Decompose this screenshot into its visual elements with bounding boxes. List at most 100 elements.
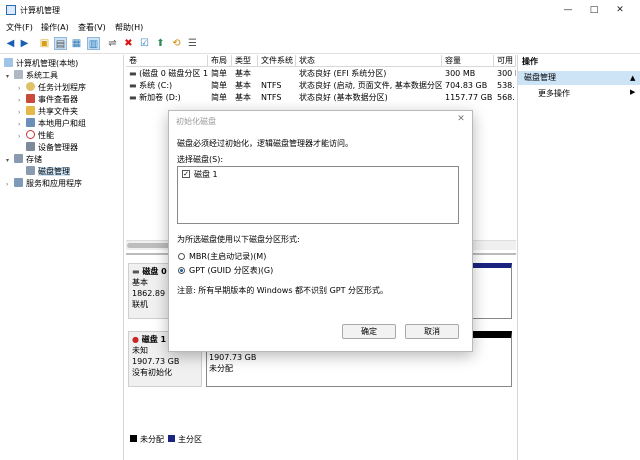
initialize-disk-dialog: 初始化磁盘 ✕ 磁盘必须经过初始化，逻辑磁盘管理器才能访问。 选择磁盘(S): … bbox=[168, 110, 473, 352]
menu-file[interactable]: 文件(F) bbox=[6, 22, 33, 33]
list-view-icon[interactable]: ☰ bbox=[186, 37, 199, 50]
cell-layout: 简单 bbox=[211, 81, 227, 90]
tree-item-shared-folders[interactable]: › 共享文件夹 bbox=[18, 106, 78, 118]
legend-label-primary: 主分区 bbox=[178, 435, 202, 444]
tree-item-services-applications[interactable]: › 服务和应用程序 bbox=[6, 178, 82, 190]
cell-free: 300 MB bbox=[497, 69, 516, 78]
forward-arrow-icon[interactable]: ▶ bbox=[18, 37, 31, 50]
dialog-title: 初始化磁盘 bbox=[176, 117, 216, 126]
dialog-close-icon[interactable]: ✕ bbox=[455, 114, 467, 126]
cell-status: 状态良好 (启动, 页面文件, 基本数据分区) bbox=[299, 81, 442, 90]
disk-error-icon: ● bbox=[132, 335, 142, 344]
help-icon[interactable]: ▥ bbox=[87, 37, 100, 50]
chevron-right-icon[interactable]: › bbox=[18, 131, 26, 143]
cell-type: 基本 bbox=[235, 81, 251, 90]
chevron-down-icon[interactable]: ▾ bbox=[6, 71, 14, 83]
column-header-free[interactable]: 可用 bbox=[494, 55, 516, 67]
cell-filesystem: NTFS bbox=[261, 93, 282, 102]
refresh-icon[interactable]: ⟲ bbox=[170, 37, 183, 50]
toolbar: ◀ ▶ ▣ ▤ ▦ ▥ ⇌ ✖ ☑ ⬆ ⟲ ☰ bbox=[0, 34, 640, 54]
actions-pane: 操作 磁盘管理 ▲ 更多操作 ▶ bbox=[517, 55, 640, 460]
cancel-button[interactable]: 取消 bbox=[405, 324, 459, 339]
ok-button[interactable]: 确定 bbox=[342, 324, 396, 339]
column-header-layout[interactable]: 布局 bbox=[208, 55, 232, 67]
legend-swatch-primary bbox=[168, 435, 175, 442]
mbr-option-label[interactable]: MBR(主启动记录)(M) bbox=[189, 251, 266, 262]
console-tree-icon[interactable]: ▤ bbox=[54, 37, 67, 50]
gpt-option-label[interactable]: GPT (GUID 分区表)(G) bbox=[189, 265, 273, 276]
tree-item-storage[interactable]: ▾ 存储 bbox=[6, 154, 42, 166]
back-arrow-icon[interactable]: ◀ bbox=[4, 37, 17, 50]
cell-filesystem bbox=[258, 68, 296, 80]
minimize-button[interactable]: — bbox=[556, 3, 580, 17]
partition-style-label: 为所选磁盘使用以下磁盘分区形式: bbox=[177, 235, 300, 244]
tree-item-computer-management[interactable]: 计算机管理(本地) bbox=[4, 58, 78, 70]
menu-view[interactable]: 查看(V) bbox=[78, 22, 106, 33]
menu-action[interactable]: 操作(A) bbox=[41, 22, 69, 33]
folder-icon[interactable]: ▣ bbox=[38, 37, 51, 50]
disk-1-name: 磁盘 1 bbox=[141, 335, 167, 344]
disk-1-list-item[interactable]: 磁盘 1 bbox=[194, 169, 218, 180]
cell-capacity: 300 MB bbox=[445, 69, 476, 78]
cell-status: 状态良好 (EFI 系统分区) bbox=[299, 69, 387, 78]
tree-item-local-users-groups[interactable]: › 本地用户和组 bbox=[18, 118, 86, 130]
column-header-status[interactable]: 状态 bbox=[296, 55, 442, 67]
action-disk-management[interactable]: 磁盘管理 ▲ bbox=[518, 71, 640, 85]
disk-select-list[interactable]: ✓ 磁盘 1 bbox=[177, 166, 459, 224]
storage-icon bbox=[14, 154, 23, 163]
disk-1-bar-size: 1907.73 GB bbox=[209, 353, 257, 362]
menu-help[interactable]: 帮助(H) bbox=[115, 22, 143, 33]
delete-icon[interactable]: ✖ bbox=[122, 37, 135, 50]
clock-icon bbox=[26, 82, 35, 91]
properties-icon[interactable]: ▦ bbox=[70, 37, 83, 50]
tree-item-system-tools[interactable]: ▾ 系统工具 bbox=[6, 70, 58, 82]
connect-icon[interactable]: ⇌ bbox=[106, 37, 119, 50]
cell-type: 基本 bbox=[235, 93, 251, 102]
cell-free: 568. bbox=[497, 93, 515, 102]
mbr-radio[interactable] bbox=[178, 253, 185, 260]
column-header-capacity[interactable]: 容量 bbox=[442, 55, 494, 67]
disk-icon: ▬ bbox=[132, 267, 143, 276]
cell-free: 538. bbox=[497, 81, 515, 90]
check-icon[interactable]: ☑ bbox=[138, 37, 151, 50]
computer-management-icon bbox=[6, 5, 16, 15]
tree-item-task-scheduler[interactable]: › 任务计划程序 bbox=[18, 82, 86, 94]
console-tree: 计算机管理(本地) ▾ 系统工具 › 任务计划程序 › 事件查看器 › 共享文件夹 › 本… bbox=[0, 55, 124, 460]
maximize-button[interactable]: □ bbox=[582, 3, 606, 17]
collapse-up-icon[interactable]: ▲ bbox=[630, 71, 635, 85]
close-button[interactable]: ✕ bbox=[608, 3, 632, 17]
users-icon bbox=[26, 118, 35, 127]
tree-item-event-viewer[interactable]: › 事件查看器 bbox=[18, 94, 78, 106]
import-icon[interactable]: ⬆ bbox=[154, 37, 167, 50]
window-title: 计算机管理 bbox=[20, 6, 60, 15]
cell-capacity: 1157.77 GB bbox=[445, 93, 493, 102]
chevron-down-icon[interactable]: ▾ bbox=[6, 155, 14, 167]
legend-swatch-unallocated bbox=[130, 435, 137, 442]
gpt-radio[interactable] bbox=[178, 267, 185, 274]
disk-1-checkbox[interactable]: ✓ bbox=[182, 170, 190, 178]
cell-type: 基本 bbox=[235, 69, 251, 78]
services-icon bbox=[14, 178, 23, 187]
disk-1-bar-status: 未分配 bbox=[209, 364, 233, 373]
gpt-compatibility-note: 注意: 所有早期版本的 Windows 都不识别 GPT 分区形式。 bbox=[177, 286, 389, 295]
column-header-filesystem[interactable]: 文件系统 bbox=[258, 55, 296, 67]
tree-item-disk-management[interactable]: 磁盘管理 bbox=[26, 166, 70, 178]
action-more-actions[interactable]: 更多操作 bbox=[538, 88, 570, 100]
cell-volume: ▬ 新加卷 (D:) bbox=[129, 93, 181, 102]
column-header-type[interactable]: 类型 bbox=[232, 55, 258, 67]
column-header-volume[interactable]: 卷 bbox=[126, 55, 208, 67]
actions-header: 操作 bbox=[522, 57, 538, 66]
shared-folder-icon bbox=[26, 106, 35, 115]
performance-icon bbox=[26, 130, 35, 139]
volume-icon: ▬ bbox=[129, 81, 140, 90]
menu-bar: 文件(F) 操作(A) 查看(V) 帮助(H) bbox=[0, 20, 640, 34]
chevron-right-icon[interactable]: ▶ bbox=[630, 88, 635, 96]
event-viewer-icon bbox=[26, 94, 35, 103]
tree-item-device-manager[interactable]: 设备管理器 bbox=[26, 142, 78, 154]
computer-icon bbox=[4, 58, 13, 67]
disk-0-name: 磁盘 0 bbox=[142, 267, 167, 276]
tools-icon bbox=[14, 70, 23, 79]
chevron-right-icon[interactable]: › bbox=[6, 179, 14, 191]
tree-item-performance[interactable]: › 性能 bbox=[18, 130, 54, 142]
select-disk-label: 选择磁盘(S): bbox=[177, 155, 224, 164]
